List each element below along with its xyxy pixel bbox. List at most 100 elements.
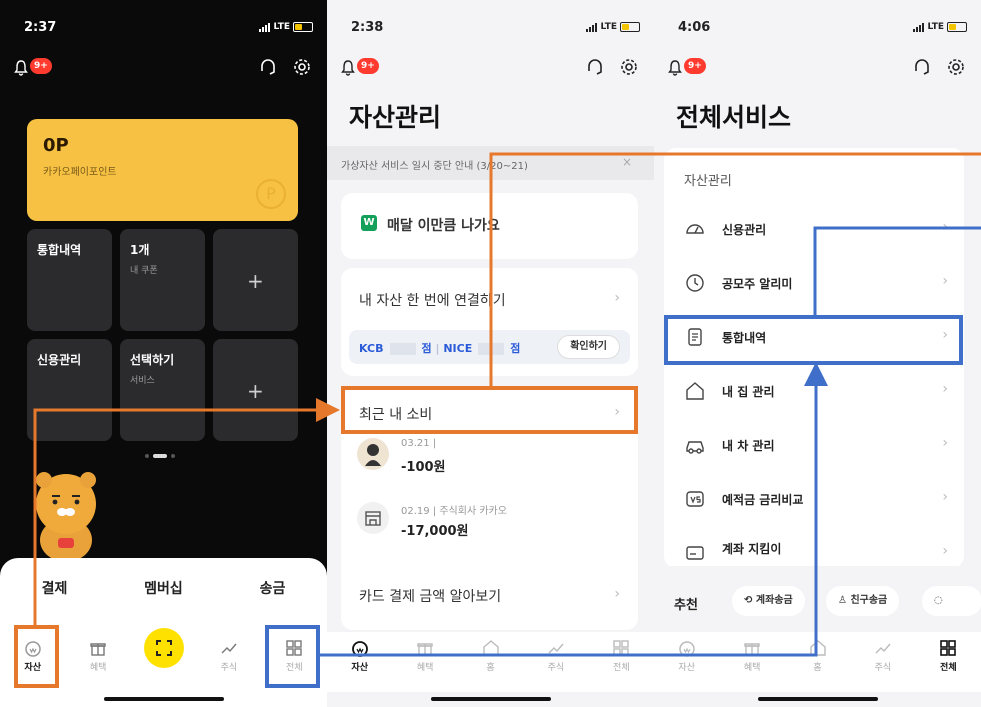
nav-label: 혜택 — [743, 663, 761, 673]
tile-add[interactable]: + — [213, 229, 298, 331]
kakaopay-point-card[interactable]: 0P 카카오페이포인트 P — [27, 119, 298, 221]
gear-icon[interactable] — [291, 56, 313, 78]
gear-icon[interactable] — [945, 56, 967, 78]
nav-stock[interactable]: 주식 — [196, 632, 261, 692]
headset-icon[interactable] — [911, 56, 933, 78]
bell-icon[interactable] — [668, 60, 682, 76]
pay-button[interactable]: 결제 — [0, 578, 109, 600]
tile-select-service[interactable]: 선택하기 서비스 — [120, 339, 205, 441]
page-title: 자산관리 — [349, 103, 442, 132]
service-item-credit[interactable]: 신용관리 › — [664, 202, 964, 256]
nav-label: 홈 — [486, 663, 495, 673]
scan-pay-button[interactable] — [144, 628, 184, 668]
nav-label: 자산 — [351, 663, 368, 673]
nav-all[interactable]: 전체 — [916, 632, 981, 692]
recommend-label: 추천 — [674, 598, 698, 613]
gear-icon[interactable] — [618, 56, 640, 78]
transaction-amount: -100원 — [401, 460, 446, 475]
asset-icon — [24, 641, 41, 657]
clock-icon — [686, 274, 704, 292]
notification-badge: 9+ — [357, 58, 379, 74]
transfer-button[interactable]: 송금 — [218, 578, 327, 600]
nav-home[interactable]: 홈 — [458, 632, 523, 692]
service-label: 내 집 관리 — [722, 385, 775, 399]
nav-home[interactable]: 홈 — [785, 632, 850, 692]
account-guard-icon — [686, 546, 704, 560]
membership-button[interactable]: 멤버십 — [109, 578, 218, 600]
chip-icon: ◌ — [934, 595, 943, 606]
signal-indicator: LTE — [259, 22, 313, 32]
chip-more[interactable]: ◌ — [922, 586, 981, 616]
car-icon — [686, 441, 704, 454]
card-payment-label[interactable]: 카드 결제 금액 알아보기 — [359, 586, 501, 606]
service-item-my-home[interactable]: 내 집 관리 › — [664, 364, 964, 418]
tile-add[interactable]: + — [213, 339, 298, 441]
vs-icon — [686, 491, 704, 507]
battery-icon — [293, 22, 313, 32]
check-credit-button[interactable]: 확인하기 — [557, 335, 620, 359]
headset-icon[interactable] — [257, 56, 279, 78]
phone-screen-all-services: 4:06 LTE 9+ 전체서비스 자산관리 신용관리 › 공모주 알리미 › … — [654, 0, 981, 707]
connect-assets-card[interactable]: 내 자산 한 번에 연결하기 › KCB 점 | NICE 점 확인하기 — [341, 268, 638, 376]
bell-icon[interactable] — [341, 60, 355, 76]
nav-label: 전체 — [286, 663, 303, 673]
network-label: LTE — [600, 22, 617, 32]
monthly-spending-banner[interactable]: W 매달 이만큼 나가요 — [341, 193, 638, 259]
bell-icon[interactable] — [14, 60, 28, 76]
signal-bars-icon — [259, 22, 271, 32]
chip-label: 계좌송금 — [755, 595, 793, 606]
nav-stock[interactable]: 주식 — [523, 632, 588, 692]
chip-friend-transfer[interactable]: ♙ 친구송금 — [826, 586, 900, 616]
document-icon — [688, 328, 702, 346]
chevron-right-icon: › — [942, 219, 948, 235]
headset-icon[interactable] — [584, 56, 606, 78]
tile-my-coupon[interactable]: 1개 내 쿠폰 — [120, 229, 205, 331]
nav-benefit[interactable]: 혜택 — [719, 632, 784, 692]
service-item-rate-compare[interactable]: 예적금 금리비교 › — [664, 472, 964, 526]
nav-asset[interactable]: 자산 — [327, 632, 392, 692]
phone-screen-home: 2:37 LTE 9+ 0P 카카오페이포인트 P 통합내역 1개 내 쿠폰 +… — [0, 0, 327, 707]
nav-asset[interactable]: 자산 — [654, 632, 719, 692]
home-indicator — [104, 697, 224, 701]
nav-asset[interactable]: 자산 — [0, 632, 65, 692]
notice-text: 가상자산 서비스 일시 중단 안내 (3/20~21) — [341, 161, 528, 172]
notice-banner[interactable]: 가상자산 서비스 일시 중단 안내 (3/20~21) × — [327, 146, 654, 180]
chevron-right-icon: › — [942, 327, 948, 343]
bottom-nav: 자산 혜택 홈 주식 전체 — [654, 632, 981, 692]
nav-benefit[interactable]: 혜택 — [65, 632, 130, 692]
service-item-integrated-history[interactable]: 통합내역 › — [664, 310, 964, 364]
close-icon[interactable]: × — [622, 155, 632, 169]
tile-title: 신용관리 — [37, 353, 82, 367]
nav-all[interactable]: 전체 — [589, 632, 654, 692]
chevron-right-icon[interactable]: › — [614, 586, 620, 602]
tile-credit[interactable]: 신용관리 — [27, 339, 112, 441]
tile-subtitle: 서비스 — [130, 376, 155, 386]
status-time: 2:38 — [351, 20, 384, 35]
payment-actions: 결제 멤버십 송금 — [0, 578, 327, 600]
connect-assets-label: 내 자산 한 번에 연결하기 — [359, 293, 506, 309]
tile-integrated-history[interactable]: 통합내역 — [27, 229, 112, 331]
nav-benefit[interactable]: 혜택 — [392, 632, 457, 692]
nav-label: 주식 — [220, 663, 238, 673]
nice-score-masked — [478, 343, 505, 355]
nav-all[interactable]: 전체 — [262, 632, 327, 692]
chevron-right-icon: › — [942, 435, 948, 451]
service-item-my-car[interactable]: 내 차 관리 › — [664, 418, 964, 472]
service-list: 자산관리 신용관리 › 공모주 알리미 › 통합내역 › 내 집 관리 › 내 … — [664, 148, 964, 568]
top-icons: 9+ — [14, 56, 313, 82]
service-item-ipo-alert[interactable]: 공모주 알리미 › — [664, 256, 964, 310]
service-label: 통합내역 — [722, 331, 767, 345]
chip-account-transfer[interactable]: ⟲ 계좌송금 — [732, 586, 805, 616]
asset-icon — [351, 641, 368, 657]
nav-stock[interactable]: 주식 — [850, 632, 915, 692]
nav-label: 자산 — [24, 663, 41, 673]
tile-subtitle: 내 쿠폰 — [130, 266, 158, 276]
transaction-meta: 03.21 | — [401, 438, 437, 449]
recent-spending-label[interactable]: 최근 내 소비 — [359, 404, 432, 424]
signal-bars-icon — [913, 22, 925, 32]
chevron-right-icon[interactable]: › — [614, 404, 620, 420]
gift-icon — [417, 643, 433, 656]
phone-screen-asset: 2:38 LTE 9+ 자산관리 가상자산 서비스 일시 중단 안내 (3/20… — [327, 0, 654, 707]
nav-label: 홈 — [813, 663, 822, 673]
nav-label: 주식 — [874, 663, 892, 673]
